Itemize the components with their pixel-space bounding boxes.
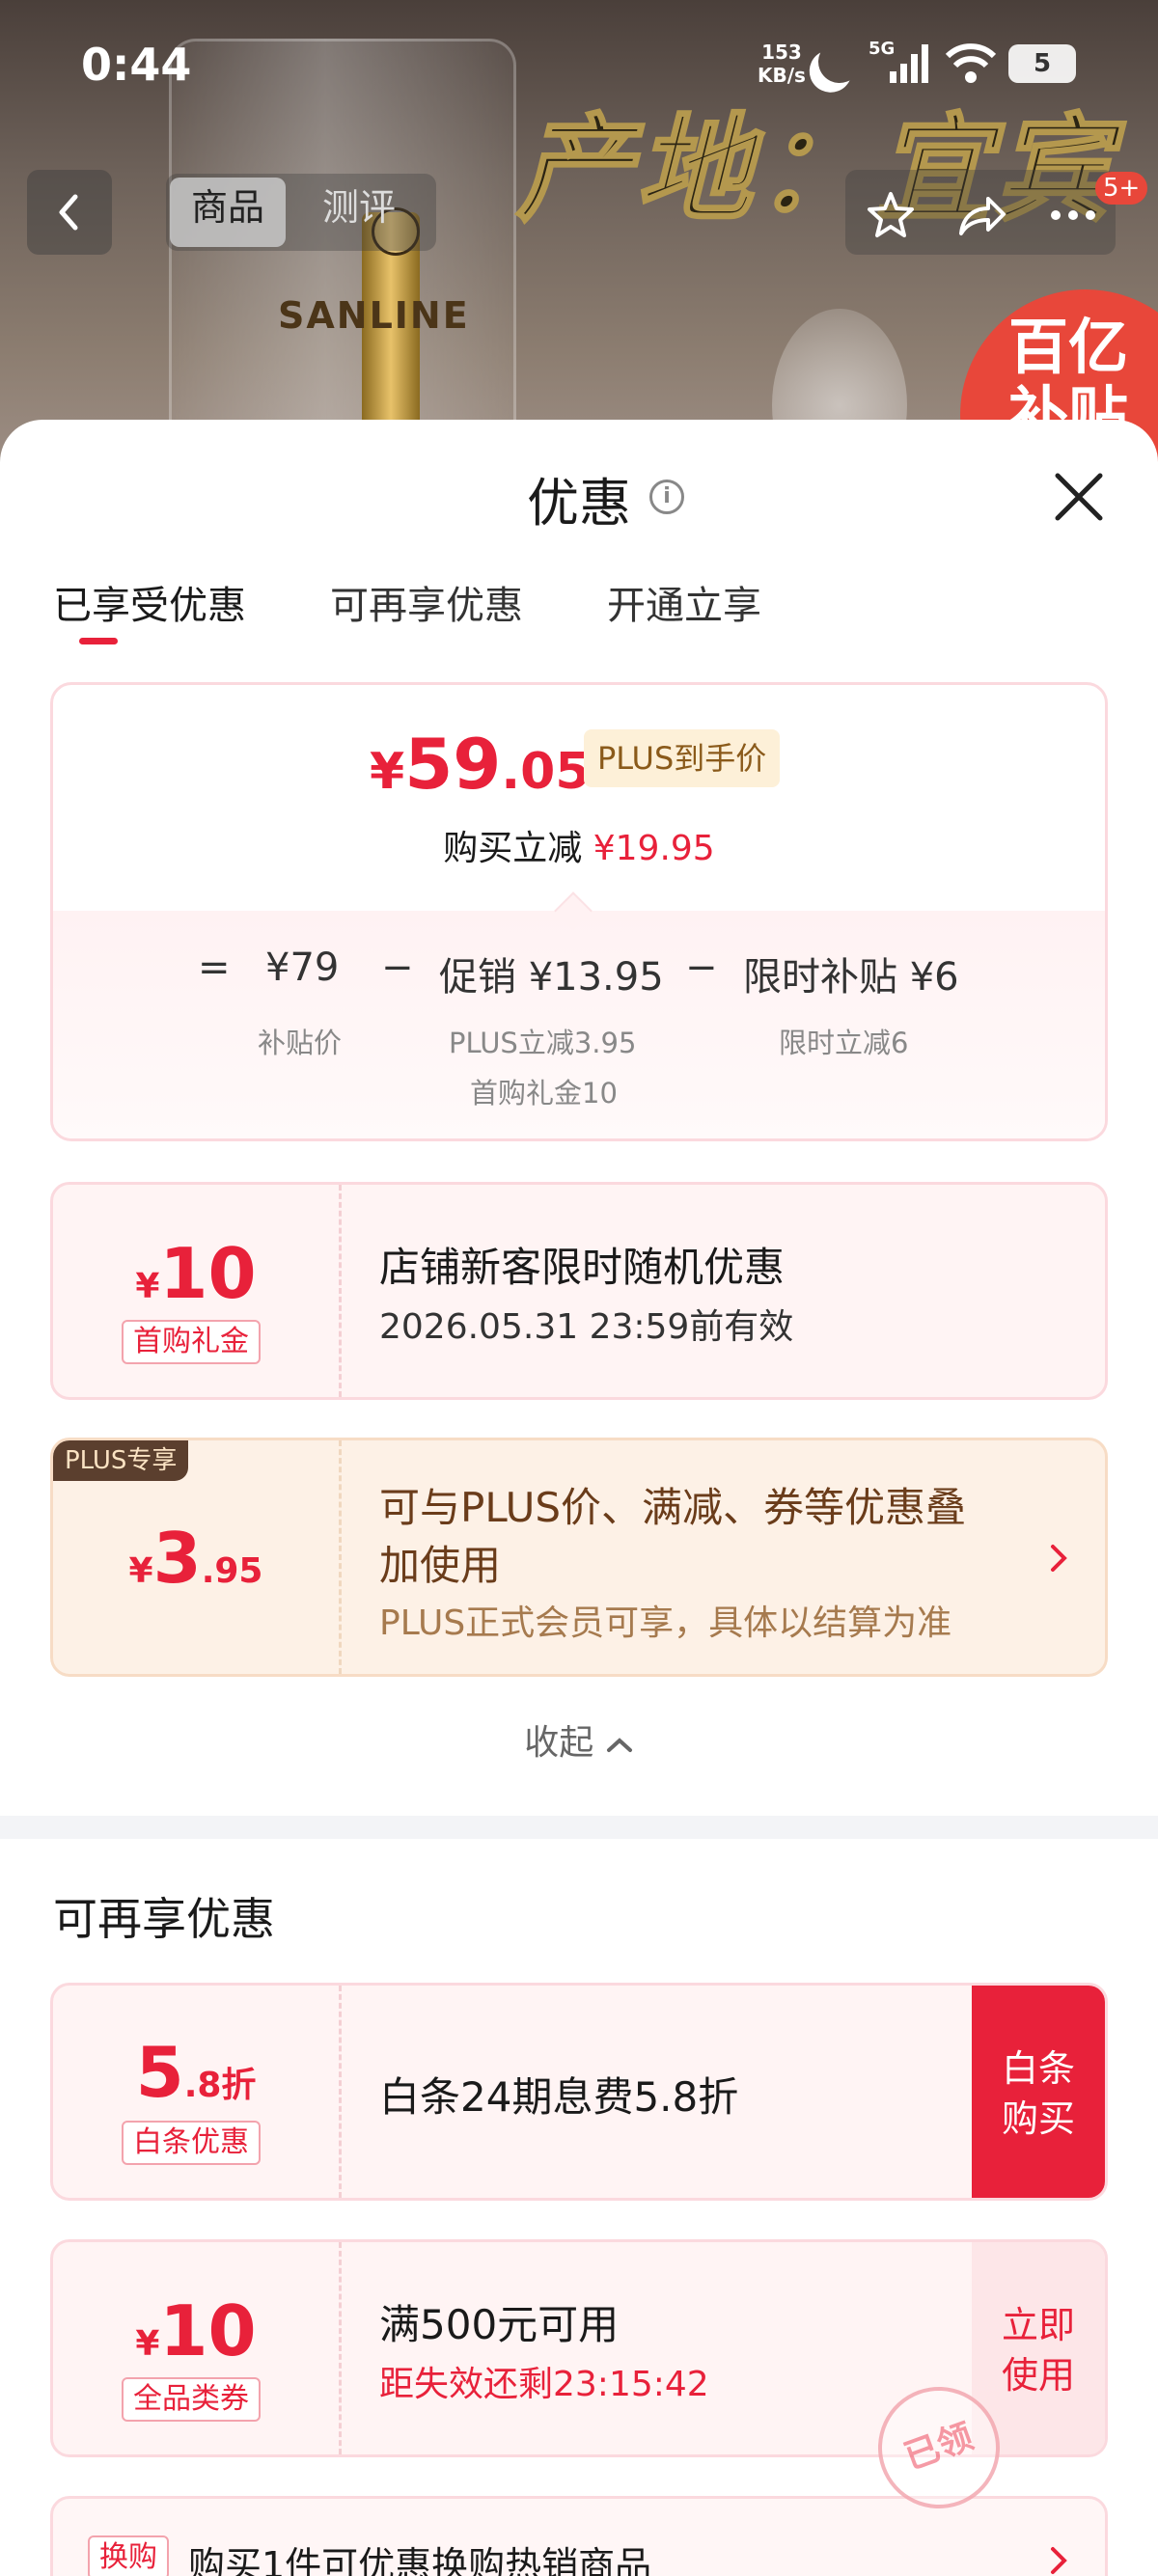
brand-text: SANLINE (278, 294, 470, 337)
coupon-currency: ¥ (135, 1267, 160, 1306)
net-speed-unit: KB/s (758, 64, 806, 87)
discount-sheet: 优惠 i 已享受优惠 可再享优惠 开通立享 ¥59.05 PLUS到手价 购买立… (0, 420, 1158, 2576)
cellular-signal-icon: 5G (868, 39, 928, 83)
coupon-subtitle: PLUS正式会员可享，具体以结算为准 (379, 1603, 952, 1643)
more-icon[interactable] (1046, 189, 1100, 241)
section-divider (0, 1816, 1158, 1839)
baitiao-offer-card: 5.8折 白条优惠 白条24期息费5.8折 白条 购买 (50, 1983, 1108, 2201)
minus-sign-2: − (685, 945, 718, 990)
coupon-title: 满500元可用 (379, 2301, 620, 2348)
more-discounts-title: 可再享优惠 (53, 1893, 275, 1945)
final-price: ¥59.05 (370, 724, 591, 805)
price-summary-card: ¥59.05 PLUS到手价 购买立减 ¥19.95 = ¥79 − 促销 ¥1… (50, 682, 1108, 1141)
net-speed-value: 153 (761, 41, 802, 64)
battery-icon: 5 (1008, 44, 1076, 83)
tab-open-membership[interactable]: 开通立享 (607, 574, 761, 630)
reduction-label: 购买立减 (443, 829, 583, 868)
coupon-tag: 白条优惠 (122, 2121, 261, 2165)
collapse-button[interactable]: 收起 (0, 1714, 1158, 1765)
coupon-divider (339, 2242, 342, 2454)
coupon-title: 店铺新客限时随机优惠 (379, 1244, 786, 1291)
net-speed: 153 KB/s (758, 41, 806, 87)
base-price: ¥79 (265, 945, 340, 990)
coupon-value: 3 (152, 1518, 202, 1599)
first-purchase-gift-label: 首购礼金10 (470, 1077, 618, 1110)
plus-reduction-label: PLUS立减3.95 (449, 1027, 637, 1059)
product-nav-tabs: 商品 测评 (166, 174, 436, 251)
coupon-title-line1: 可与PLUS价、满减、券等优惠叠 (379, 1484, 967, 1531)
price-currency: ¥ (370, 743, 405, 801)
limited-reduction-label: 限时立减6 (779, 1027, 909, 1059)
network-type: 5G (868, 39, 895, 59)
tab-product[interactable]: 商品 (170, 178, 287, 247)
coupon-currency: ¥ (135, 2324, 160, 2364)
applied-coupon-first-purchase[interactable]: ¥10 首购礼金 店铺新客限时随机优惠 2026.05.31 23:59前有效 (50, 1182, 1108, 1400)
price-decimal: .05 (501, 743, 591, 801)
minus-sign: − (381, 945, 414, 990)
coupon-value: 10 (159, 1233, 257, 1314)
back-button[interactable] (27, 170, 112, 255)
coupon-divider (339, 1185, 342, 1397)
instant-reduction: 购买立减 ¥19.95 (53, 820, 1105, 870)
button-label-line1: 立即 (1001, 2304, 1075, 2346)
chevron-up-icon (606, 1738, 632, 1752)
status-bar: 0:44 153 KB/s 5G 5 (0, 0, 1158, 135)
message-badge: 5+ (1095, 172, 1148, 205)
chevron-right-icon (1051, 2547, 1067, 2574)
discount-value: 5 (135, 2032, 184, 2113)
exchange-tag: 换购 (88, 2535, 169, 2576)
wifi-icon (945, 43, 997, 83)
sheet-title: 优惠 (527, 473, 631, 534)
coupon-title-line2: 加使用 (379, 1542, 502, 1589)
button-label-line1: 白条 (1001, 2047, 1075, 2090)
tab-more-available[interactable]: 可再享优惠 (330, 574, 523, 630)
plus-exclusive-badge: PLUS专享 (53, 1440, 189, 1481)
button-label-line2: 购买 (1001, 2097, 1075, 2140)
plus-price-tag: PLUS到手价 (584, 729, 781, 787)
tab-review[interactable]: 测评 (301, 178, 417, 247)
coupon-amount: ¥10 (53, 1233, 339, 1314)
base-price-label: 补贴价 (258, 1027, 343, 1059)
info-icon[interactable]: i (649, 480, 684, 514)
do-not-disturb-icon (813, 35, 867, 89)
status-time: 0:44 (81, 39, 192, 91)
tab-applied[interactable]: 已享受优惠 (53, 574, 246, 630)
promo-amount: 促销 ¥13.95 (439, 955, 664, 1000)
price-integer: 59 (404, 724, 502, 805)
baitiao-buy-button[interactable]: 白条 购买 (972, 1986, 1105, 2198)
coupon-divider (339, 1986, 342, 2198)
coupon-validity: 2026.05.31 23:59前有效 (379, 1307, 794, 1347)
applied-coupon-plus[interactable]: PLUS专享 ¥3.95 可与PLUS价、满减、券等优惠叠 加使用 PLUS正式… (50, 1438, 1108, 1677)
coupon-amount: ¥3.95 (53, 1518, 339, 1599)
coupon-value: 10 (159, 2290, 257, 2371)
equals-sign: = (198, 945, 231, 990)
coupon-countdown: 距失效还剩23:15:42 (379, 2365, 709, 2404)
coupon-tag: 全品类券 (122, 2377, 261, 2422)
button-label-line2: 使用 (1001, 2354, 1075, 2397)
coupon-divider (339, 1440, 342, 1674)
close-button[interactable] (1050, 468, 1108, 526)
coupon-amount: ¥10 (53, 2290, 339, 2371)
back-arrow-icon (59, 194, 78, 231)
chevron-right-icon (1051, 1545, 1067, 1572)
subsidy-amount: 限时补贴 ¥6 (743, 955, 959, 1000)
reduction-amount: ¥19.95 (593, 829, 715, 868)
coupon-title: 白条24期息费5.8折 (379, 2073, 739, 2121)
discount-decimal: .8折 (183, 2066, 257, 2105)
discount-amount: 5.8折 (53, 2032, 339, 2113)
collapse-label: 收起 (524, 1723, 594, 1763)
exchange-title: 购买1件可优惠换购热销商品 (188, 2544, 652, 2576)
nav-actions (845, 170, 1116, 255)
share-icon[interactable] (953, 189, 1007, 241)
favorite-star-icon[interactable] (865, 189, 917, 241)
active-tab-indicator (79, 638, 118, 644)
coupon-value-decimal: .95 (201, 1551, 263, 1591)
exchange-offer-card[interactable]: 换购 购买1件可优惠换购热销商品 (50, 2496, 1108, 2576)
coupon-tag: 首购礼金 (122, 1320, 261, 1364)
coupon-currency: ¥ (128, 1551, 153, 1591)
